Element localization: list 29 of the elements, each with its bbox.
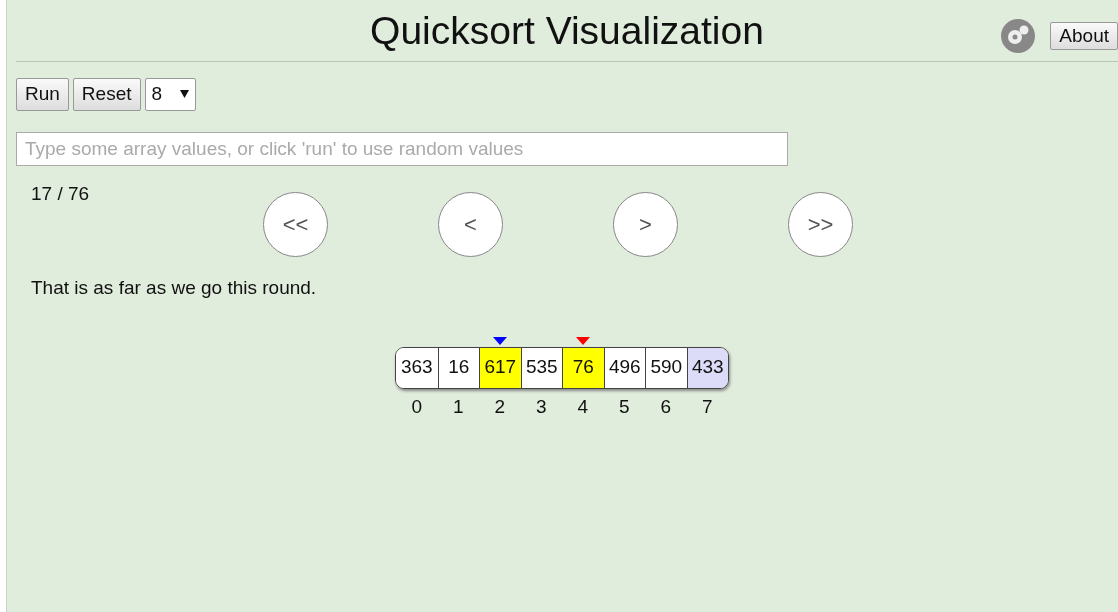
reset-button[interactable]: Reset [72,78,141,111]
step-nav-button[interactable]: < [438,192,503,257]
array-cell: 363 [396,347,438,388]
step-counter: 17 / 76 [30,182,91,206]
array-cell: 590 [645,347,687,388]
array-cell: 496 [603,347,645,388]
array-cell: 433 [686,347,728,388]
index-label: 1 [452,394,464,419]
caret-icon [180,90,190,99]
array-cell: 76 [562,347,604,388]
step-nav-button[interactable]: > [613,192,678,257]
array-input-field[interactable]: Type some array values, or click 'run' to use random values [16,131,788,166]
status-message: That is as far as we go this round. [30,276,318,300]
step-nav-button[interactable]: >> [788,192,853,257]
page-title: Quicksort Visualization [370,8,764,54]
about-button[interactable]: About [1050,21,1118,51]
step-nav-button[interactable]: << [263,192,328,257]
index-label: 6 [660,394,672,419]
run-button[interactable]: Run [16,78,69,111]
size-dropdown[interactable]: 8 [144,78,197,111]
index-label: 7 [701,394,713,419]
index-label: 3 [535,394,547,419]
array-cell: 16 [437,347,479,388]
index-label: 0 [411,394,423,419]
index-label: 5 [618,394,630,419]
array-cell: 617 [479,347,521,388]
index-label: 2 [494,394,506,419]
index-label: 4 [577,394,589,419]
array-cell: 535 [520,347,562,388]
